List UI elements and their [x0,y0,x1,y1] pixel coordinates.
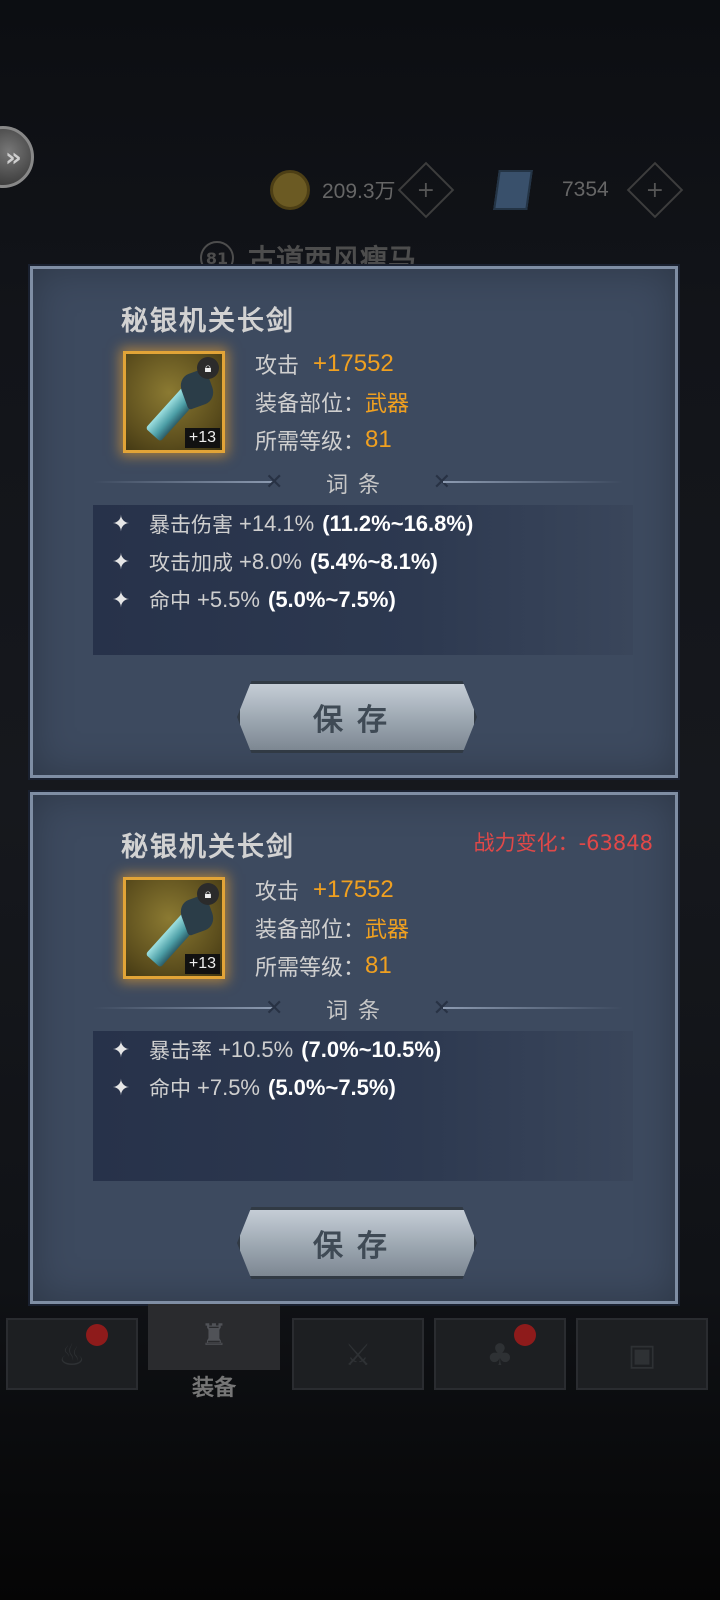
stat-required-level: 所需等级： 81 [255,426,392,455]
affix-item: ✦ 暴击伤害 +14.1% (11.2%~16.8%) [93,505,633,543]
save-button[interactable]: 保存 [237,681,477,753]
gold-amount: 209.3万 [322,180,396,203]
lock-icon: 🔒︎ [197,883,219,905]
enhance-level-badge: +13 [184,954,220,974]
tree-icon: ♣ [486,1338,514,1373]
campfire-icon: ♨ [58,1338,86,1373]
sparkle-icon: ✦ [111,587,131,613]
coin-icon [270,170,310,210]
nav-battle[interactable]: ⚔ [292,1318,424,1390]
affix-title: 词条 [325,999,390,1024]
current-equipment-panel: 秘银机关长剑 战力变化：-63848 🔒︎ +13 攻击 +17552 装备部位… [30,792,678,1304]
double-chevron-icon: » [5,143,22,173]
chest-icon: ▣ [627,1338,657,1373]
item-name: 秘银机关长剑 [121,306,295,337]
nav-campfire[interactable]: ♨ [6,1318,138,1390]
new-equipment-panel: 秘银机关长剑 🔒︎ +13 攻击 +17552 装备部位： 武器 所需等级： 8… [30,266,678,778]
item-icon-frame[interactable]: 🔒︎ +13 [123,877,225,979]
nav-equipment[interactable]: ♜ [148,1304,280,1370]
nav-equipment-label: 装备 [191,1376,236,1401]
sparkle-icon: ✦ [111,1037,131,1063]
item-stats: 攻击 +17552 装备部位： 武器 所需等级： 81 [255,345,409,459]
book-icon [493,170,533,210]
affix-divider: ✕ 词条 ✕ [93,467,623,498]
bottom-nav: ♨ ♜ 装备 ⚔ ♣ ▣ [0,1304,720,1416]
stat-slot: 装备部位： 武器 [255,918,410,943]
affix-item: ✦ 暴击率 +10.5% (7.0%~10.5%) [93,1031,633,1069]
item-name: 秘银机关长剑 [121,832,295,863]
notification-dot [86,1324,108,1346]
affix-item: ✦ 攻击加成 +8.0% (5.4%~8.1%) [93,543,633,581]
enhance-level-badge: +13 [184,428,220,448]
nav-chest[interactable]: ▣ [576,1318,708,1390]
crossed-swords-icon: ⚔ [344,1338,372,1373]
power-change: 战力变化：-63848 [473,831,653,855]
stat-slot: 装备部位： 武器 [255,392,410,417]
affix-item: ✦ 命中 +7.5% (5.0%~7.5%) [93,1069,633,1107]
save-button[interactable]: 保存 [237,1207,477,1279]
lock-icon: 🔒︎ [197,357,219,379]
item-icon-frame[interactable]: 🔒︎ +13 [123,351,225,453]
equipment-icon: ♜ [200,1318,228,1353]
affix-list: ✦ 暴击伤害 +14.1% (11.2%~16.8%) ✦ 攻击加成 +8.0%… [93,505,633,655]
add-book-button[interactable]: + [626,161,684,219]
sparkle-icon: ✦ [111,1075,131,1101]
affix-item: ✦ 命中 +5.5% (5.0%~7.5%) [93,581,633,619]
gold-resource: 209.3万 + [270,161,454,219]
sparkle-icon: ✦ [111,511,131,537]
stat-attack: 攻击 +17552 [255,350,394,379]
stat-required-level: 所需等级： 81 [255,952,392,981]
book-resource: 7354 + [493,161,684,219]
affix-title: 词条 [325,473,390,498]
stat-attack: 攻击 +17552 [255,876,394,905]
affix-divider: ✕ 词条 ✕ [93,993,623,1024]
sparkle-icon: ✦ [111,549,131,575]
book-amount: 7354 [562,178,609,201]
affix-list: ✦ 暴击率 +10.5% (7.0%~10.5%) ✦ 命中 +7.5% (5.… [93,1031,633,1181]
item-stats: 攻击 +17552 装备部位： 武器 所需等级： 81 [255,871,409,985]
notification-dot [514,1324,536,1346]
nav-forest[interactable]: ♣ [434,1318,566,1390]
add-gold-button[interactable]: + [397,161,454,219]
